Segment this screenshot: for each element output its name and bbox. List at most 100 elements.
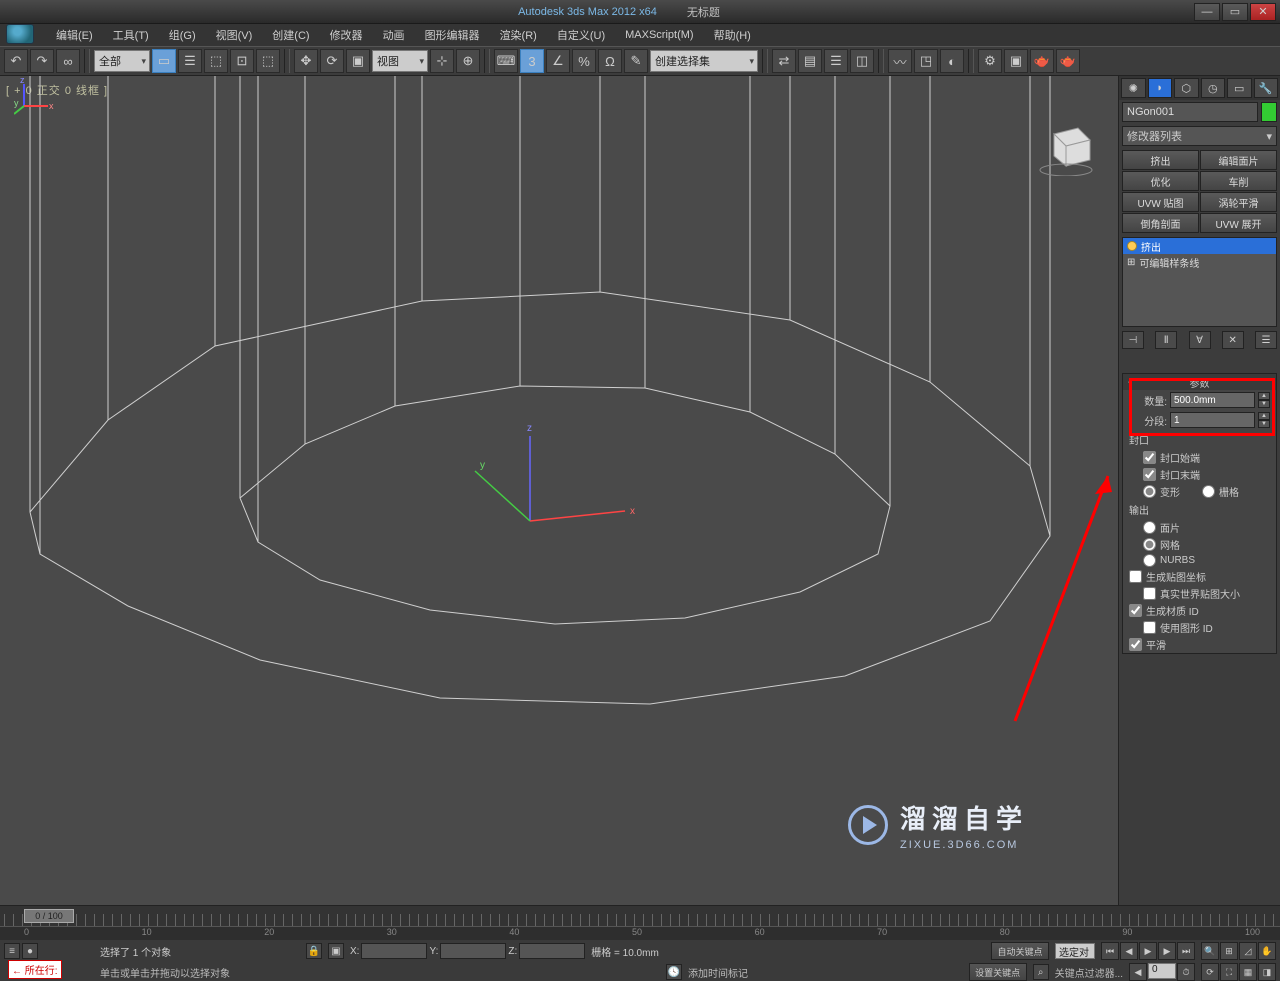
mirror-button[interactable]: ⇄ bbox=[772, 49, 796, 73]
menu-views[interactable]: 视图(V) bbox=[206, 25, 263, 45]
time-config-button[interactable]: ⏱ bbox=[1177, 963, 1195, 981]
grid-radio[interactable] bbox=[1202, 485, 1215, 498]
bulb-icon[interactable] bbox=[1127, 241, 1137, 251]
material-editor-button[interactable]: ◐ bbox=[940, 49, 964, 73]
current-frame-field[interactable]: 0 bbox=[1148, 963, 1176, 979]
stack-item-editable-spline[interactable]: ⊞可编辑样条线 bbox=[1123, 254, 1276, 270]
tab-utilities[interactable]: 🔧 bbox=[1254, 78, 1279, 98]
next-frame-button[interactable]: ▶ bbox=[1158, 942, 1176, 960]
amount-spinner[interactable]: 500.0mm bbox=[1170, 392, 1255, 408]
menu-animation[interactable]: 动画 bbox=[373, 25, 415, 45]
graphite-button[interactable]: ◫ bbox=[850, 49, 874, 73]
expand-icon[interactable]: ⊞ bbox=[1127, 257, 1135, 268]
use-pivot-button[interactable]: ⊹ bbox=[430, 49, 454, 73]
modifier-stack[interactable]: 挤出 ⊞可编辑样条线 bbox=[1122, 237, 1277, 327]
amount-down[interactable]: ▼ bbox=[1258, 400, 1270, 408]
track-bar[interactable]: 0102030405060708090100 bbox=[0, 926, 1280, 940]
undo-button[interactable]: ↶ bbox=[4, 49, 28, 73]
schematic-button[interactable]: ◳ bbox=[914, 49, 938, 73]
selection-filter-dropdown[interactable]: 全部 bbox=[94, 50, 150, 72]
isolate-button[interactable]: ▣ bbox=[328, 943, 344, 959]
frame-indicator[interactable]: 0 / 100 bbox=[24, 909, 74, 923]
z-coord-field[interactable] bbox=[519, 943, 585, 959]
spinner-snap-button[interactable]: Ω bbox=[598, 49, 622, 73]
tab-hierarchy[interactable]: ⬡ bbox=[1174, 78, 1199, 98]
zoom-button[interactable]: 🔍 bbox=[1201, 942, 1219, 960]
cap-end-checkbox[interactable] bbox=[1143, 468, 1156, 481]
maximize-viewport-button[interactable]: ⛶ bbox=[1220, 963, 1238, 981]
min-max-button[interactable]: ◨ bbox=[1258, 963, 1276, 981]
angle-snap-button[interactable]: ∠ bbox=[546, 49, 570, 73]
selected-set-field[interactable]: 选定对 bbox=[1055, 943, 1095, 959]
use-shape-checkbox[interactable] bbox=[1143, 621, 1156, 634]
render-prod-button[interactable]: 🫖 bbox=[1056, 49, 1080, 73]
maximize-button[interactable]: ▭ bbox=[1222, 3, 1248, 21]
autokey-button[interactable]: 自动关键点 bbox=[991, 942, 1049, 960]
render-frame-button[interactable]: ▣ bbox=[1004, 49, 1028, 73]
menu-group[interactable]: 组(G) bbox=[159, 25, 206, 45]
viewport[interactable]: [ + 0 正交 0 线框 ] bbox=[0, 76, 1118, 905]
mesh-radio[interactable] bbox=[1143, 538, 1156, 551]
amount-up[interactable]: ▲ bbox=[1258, 392, 1270, 400]
select-object-button[interactable]: ▭ bbox=[152, 49, 176, 73]
btn-bevelprofile[interactable]: 倒角剖面 bbox=[1122, 213, 1199, 233]
render-setup-button[interactable]: ⚙ bbox=[978, 49, 1002, 73]
btn-optimize[interactable]: 优化 bbox=[1122, 171, 1199, 191]
layers-button[interactable]: ☰ bbox=[824, 49, 848, 73]
goto-end-button[interactable]: ⏭ bbox=[1177, 942, 1195, 960]
remove-button[interactable]: ✕ bbox=[1222, 331, 1244, 349]
nurbs-radio[interactable] bbox=[1143, 554, 1156, 567]
render-button[interactable]: 🫖 bbox=[1030, 49, 1054, 73]
smooth-checkbox[interactable] bbox=[1129, 638, 1142, 651]
menu-graph[interactable]: 图形编辑器 bbox=[415, 25, 490, 45]
tab-modify[interactable]: ◗ bbox=[1148, 78, 1173, 98]
menu-render[interactable]: 渲染(R) bbox=[490, 25, 547, 45]
pin-stack-button[interactable]: ⊣ bbox=[1122, 331, 1144, 349]
goto-start-button[interactable]: ⏮ bbox=[1101, 942, 1119, 960]
btn-lathe[interactable]: 车削 bbox=[1200, 171, 1277, 191]
edit-named-sel-button[interactable]: ✎ bbox=[624, 49, 648, 73]
configure-button[interactable]: ☰ bbox=[1255, 331, 1277, 349]
paint-select-button[interactable]: ⬚ bbox=[256, 49, 280, 73]
gen-map-checkbox[interactable] bbox=[1129, 570, 1142, 583]
modifier-list-dropdown[interactable]: 修改器列表 bbox=[1122, 126, 1277, 146]
named-selection-dropdown[interactable]: 创建选择集 bbox=[650, 50, 758, 72]
fov-button[interactable]: ◿ bbox=[1239, 942, 1257, 960]
key-icon[interactable]: ⌕ bbox=[1033, 964, 1049, 980]
segs-down[interactable]: ▼ bbox=[1258, 420, 1270, 428]
time-tag-button[interactable]: 🕓 bbox=[666, 964, 682, 980]
btn-editpatch[interactable]: 编辑面片 bbox=[1200, 150, 1277, 170]
app-icon[interactable] bbox=[6, 24, 34, 44]
x-coord-field[interactable] bbox=[361, 943, 427, 959]
link-button[interactable]: ∞ bbox=[56, 49, 80, 73]
percent-snap-button[interactable]: % bbox=[572, 49, 596, 73]
morph-radio[interactable] bbox=[1143, 485, 1156, 498]
macro-rec-button[interactable]: ● bbox=[22, 943, 38, 959]
select-name-button[interactable]: ☰ bbox=[178, 49, 202, 73]
keyboard-shortcut-button[interactable]: ⌨ bbox=[494, 49, 518, 73]
menu-customize[interactable]: 自定义(U) bbox=[547, 25, 615, 45]
stack-item-extrude[interactable]: 挤出 bbox=[1123, 238, 1276, 254]
orbit-button[interactable]: ⟳ bbox=[1201, 963, 1219, 981]
btn-uvwunwrap[interactable]: UVW 展开 bbox=[1200, 213, 1277, 233]
btn-uvwmap[interactable]: UVW 贴图 bbox=[1122, 192, 1199, 212]
key-filter-button[interactable]: 关键点过滤器... bbox=[1055, 965, 1123, 980]
pan-button[interactable]: ✋ bbox=[1258, 942, 1276, 960]
segs-up[interactable]: ▲ bbox=[1258, 412, 1270, 420]
realworld-checkbox[interactable] bbox=[1143, 587, 1156, 600]
tab-display[interactable]: ▭ bbox=[1227, 78, 1252, 98]
object-color-swatch[interactable] bbox=[1261, 102, 1277, 122]
rollout-header[interactable]: 参数 bbox=[1123, 374, 1276, 390]
segments-spinner[interactable]: 1 bbox=[1170, 412, 1255, 428]
y-coord-field[interactable] bbox=[440, 943, 506, 959]
time-slider[interactable]: 0 / 100 bbox=[0, 906, 1280, 926]
redo-button[interactable]: ↷ bbox=[30, 49, 54, 73]
btn-extrude[interactable]: 挤出 bbox=[1122, 150, 1199, 170]
add-time-tag[interactable]: 添加时间标记 bbox=[688, 965, 748, 980]
minimize-button[interactable]: — bbox=[1194, 3, 1220, 21]
zoom-ext-button[interactable]: ▦ bbox=[1239, 963, 1257, 981]
menu-maxscript[interactable]: MAXScript(M) bbox=[615, 27, 703, 43]
rotate-button[interactable]: ⟳ bbox=[320, 49, 344, 73]
cap-start-checkbox[interactable] bbox=[1143, 451, 1156, 464]
select-region-button[interactable]: ⬚ bbox=[204, 49, 228, 73]
